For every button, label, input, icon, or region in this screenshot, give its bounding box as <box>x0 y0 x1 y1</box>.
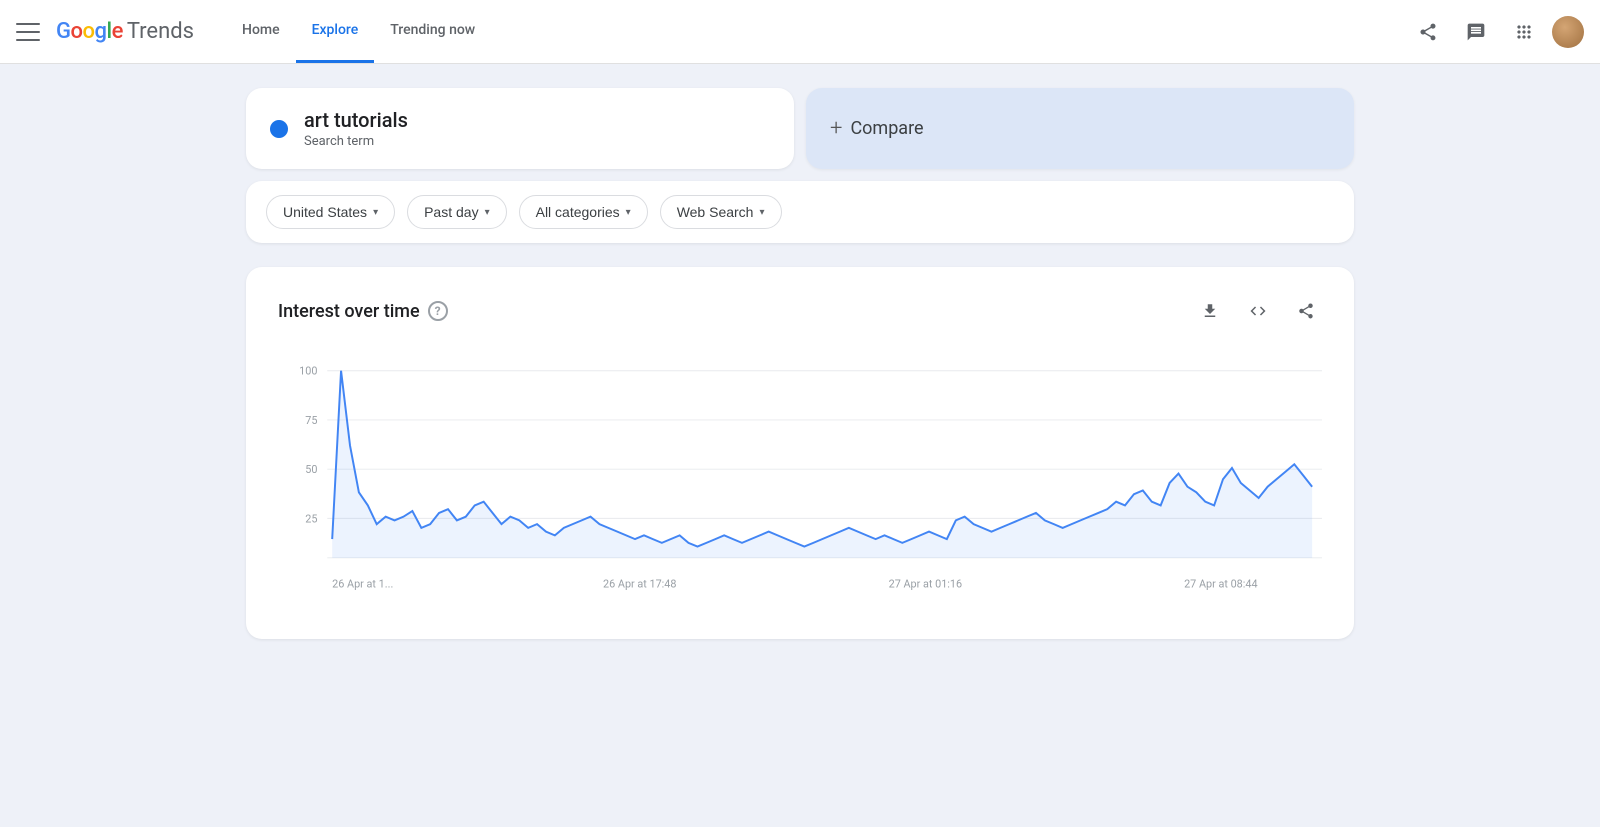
share-button[interactable] <box>1408 12 1448 52</box>
type-filter-label: Web Search <box>677 204 754 220</box>
category-filter-label: All categories <box>536 204 620 220</box>
category-filter[interactable]: All categories ▾ <box>519 195 648 229</box>
search-term: art tutorials <box>304 108 408 132</box>
chart-header: Interest over time ? <box>278 295 1322 327</box>
apps-button[interactable] <box>1504 12 1544 52</box>
chart-title-area: Interest over time ? <box>278 301 448 322</box>
chart-container: 100 75 50 25 26 Apr at 1... 26 Apr at 17… <box>278 351 1322 611</box>
search-type: Search term <box>304 134 408 149</box>
compare-label: Compare <box>850 118 923 139</box>
type-filter-chevron: ▾ <box>759 207 764 218</box>
compare-card[interactable]: + Compare <box>806 88 1354 169</box>
interest-over-time-card: Interest over time ? <box>246 267 1354 639</box>
interest-chart: 100 75 50 25 26 Apr at 1... 26 Apr at 17… <box>278 351 1322 607</box>
trends-wordmark: Trends <box>127 19 194 44</box>
y-label-25: 25 <box>305 512 317 525</box>
location-filter-chevron: ▾ <box>373 207 378 218</box>
x-label-1: 26 Apr at 17:48 <box>603 577 676 590</box>
menu-icon[interactable] <box>16 20 40 44</box>
filter-bar: United States ▾ Past day ▾ All categorie… <box>246 181 1354 243</box>
nav-explore[interactable]: Explore <box>296 0 375 63</box>
download-chart-button[interactable] <box>1194 295 1226 327</box>
nav-trending[interactable]: Trending now <box>374 0 491 63</box>
x-label-2: 27 Apr at 01:16 <box>889 577 962 590</box>
y-label-50: 50 <box>305 463 317 476</box>
help-icon[interactable]: ? <box>428 301 448 321</box>
main-nav: Home Explore Trending now <box>226 0 1408 63</box>
type-filter[interactable]: Web Search ▾ <box>660 195 782 229</box>
page-content: art tutorials Search term + Compare Unit… <box>230 64 1370 663</box>
chart-area-fill <box>332 371 1312 558</box>
y-label-75: 75 <box>305 414 317 427</box>
time-filter-label: Past day <box>424 204 478 220</box>
chart-title: Interest over time <box>278 301 420 322</box>
search-card: art tutorials Search term <box>246 88 794 169</box>
category-filter-chevron: ▾ <box>626 207 631 218</box>
time-filter[interactable]: Past day ▾ <box>407 195 507 229</box>
y-label-100: 100 <box>299 365 317 378</box>
x-label-3: 27 Apr at 08:44 <box>1184 577 1257 590</box>
x-label-0: 26 Apr at 1... <box>332 577 393 590</box>
google-wordmark: Google <box>56 19 123 44</box>
header-right-actions <box>1408 12 1584 52</box>
chart-actions <box>1194 295 1322 327</box>
location-filter-label: United States <box>283 204 367 220</box>
location-filter[interactable]: United States ▾ <box>266 195 395 229</box>
compare-plus-icon: + <box>830 116 842 141</box>
search-section: art tutorials Search term + Compare <box>246 88 1354 169</box>
app-header: Google Trends Home Explore Trending now <box>0 0 1600 64</box>
embed-chart-button[interactable] <box>1242 295 1274 327</box>
user-avatar[interactable] <box>1552 16 1584 48</box>
time-filter-chevron: ▾ <box>485 207 490 218</box>
nav-home[interactable]: Home <box>226 0 296 63</box>
share-chart-button[interactable] <box>1290 295 1322 327</box>
search-dot <box>270 120 288 138</box>
logo: Google Trends <box>56 19 194 44</box>
message-button[interactable] <box>1456 12 1496 52</box>
search-text-area: art tutorials Search term <box>304 108 408 149</box>
